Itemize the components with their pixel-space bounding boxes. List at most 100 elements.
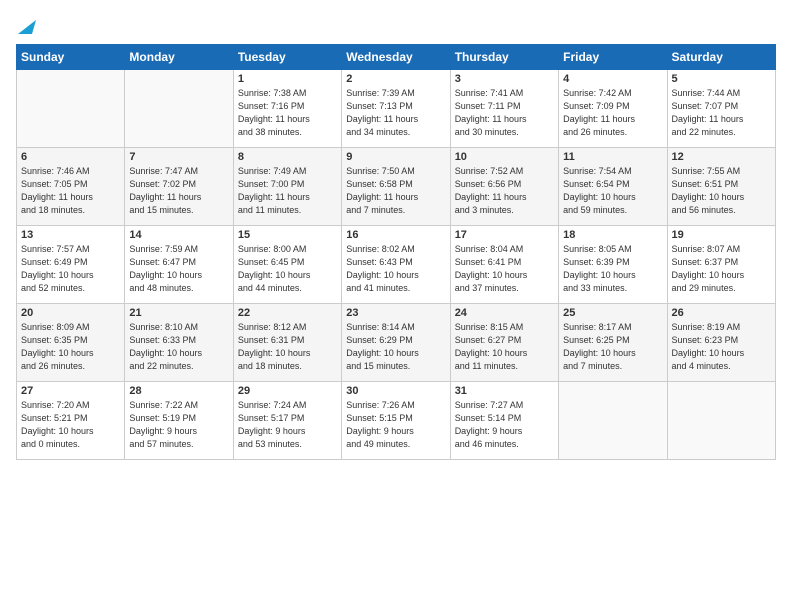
calendar-cell xyxy=(667,382,775,460)
day-info: Sunrise: 7:41 AM Sunset: 7:11 PM Dayligh… xyxy=(455,87,554,139)
day-info: Sunrise: 7:22 AM Sunset: 5:19 PM Dayligh… xyxy=(129,399,228,451)
day-info: Sunrise: 8:14 AM Sunset: 6:29 PM Dayligh… xyxy=(346,321,445,373)
logo-text-block xyxy=(16,16,36,34)
calendar-cell xyxy=(559,382,667,460)
calendar-cell: 1 Sunrise: 7:38 AM Sunset: 7:16 PM Daylig… xyxy=(233,70,341,148)
calendar-cell: 28 Sunrise: 7:22 AM Sunset: 5:19 PM Dayli… xyxy=(125,382,233,460)
day-number: 18 xyxy=(563,229,662,241)
week-row-4: 20 Sunrise: 8:09 AM Sunset: 6:35 PM Dayli… xyxy=(17,304,776,382)
calendar-cell: 26 Sunrise: 8:19 AM Sunset: 6:23 PM Dayli… xyxy=(667,304,775,382)
calendar-cell: 4 Sunrise: 7:42 AM Sunset: 7:09 PM Daylig… xyxy=(559,70,667,148)
day-info: Sunrise: 7:54 AM Sunset: 6:54 PM Dayligh… xyxy=(563,165,662,217)
calendar-cell: 27Sunrise: 7:20 AM Sunset: 5:21 PM Dayli… xyxy=(17,382,125,460)
day-info: Sunrise: 7:49 AM Sunset: 7:00 PM Dayligh… xyxy=(238,165,337,217)
calendar-cell: 14 Sunrise: 7:59 AM Sunset: 6:47 PM Dayli… xyxy=(125,226,233,304)
calendar-cell: 19 Sunrise: 8:07 AM Sunset: 6:37 PM Dayli… xyxy=(667,226,775,304)
day-number: 20 xyxy=(21,307,120,319)
weekday-header-wednesday: Wednesday xyxy=(342,45,450,70)
day-number: 28 xyxy=(129,385,228,397)
day-number: 13 xyxy=(21,229,120,241)
day-number: 10 xyxy=(455,151,554,163)
day-info: Sunrise: 7:26 AM Sunset: 5:15 PM Dayligh… xyxy=(346,399,445,451)
calendar-cell: 6Sunrise: 7:46 AM Sunset: 7:05 PM Daylig… xyxy=(17,148,125,226)
day-number: 21 xyxy=(129,307,228,319)
calendar-cell: 10 Sunrise: 7:52 AM Sunset: 6:56 PM Dayli… xyxy=(450,148,558,226)
day-info: Sunrise: 8:00 AM Sunset: 6:45 PM Dayligh… xyxy=(238,243,337,295)
day-info: Sunrise: 7:38 AM Sunset: 7:16 PM Dayligh… xyxy=(238,87,337,139)
day-number: 22 xyxy=(238,307,337,319)
day-number: 19 xyxy=(672,229,771,241)
calendar-cell: 15Sunrise: 8:00 AM Sunset: 6:45 PM Dayli… xyxy=(233,226,341,304)
weekday-header-row: SundayMondayTuesdayWednesdayThursdayFrid… xyxy=(17,45,776,70)
day-info: Sunrise: 7:50 AM Sunset: 6:58 PM Dayligh… xyxy=(346,165,445,217)
day-info: Sunrise: 8:05 AM Sunset: 6:39 PM Dayligh… xyxy=(563,243,662,295)
weekday-header-monday: Monday xyxy=(125,45,233,70)
day-number: 26 xyxy=(672,307,771,319)
day-info: Sunrise: 7:44 AM Sunset: 7:07 PM Dayligh… xyxy=(672,87,771,139)
calendar-cell: 17Sunrise: 8:04 AM Sunset: 6:41 PM Dayli… xyxy=(450,226,558,304)
weekday-header-saturday: Saturday xyxy=(667,45,775,70)
day-number: 29 xyxy=(238,385,337,397)
weekday-header-friday: Friday xyxy=(559,45,667,70)
day-number: 12 xyxy=(672,151,771,163)
day-info: Sunrise: 7:39 AM Sunset: 7:13 PM Dayligh… xyxy=(346,87,445,139)
day-info: Sunrise: 8:12 AM Sunset: 6:31 PM Dayligh… xyxy=(238,321,337,373)
weekday-header-tuesday: Tuesday xyxy=(233,45,341,70)
logo-bird-icon xyxy=(18,12,36,34)
week-row-5: 27Sunrise: 7:20 AM Sunset: 5:21 PM Dayli… xyxy=(17,382,776,460)
day-info: Sunrise: 8:17 AM Sunset: 6:25 PM Dayligh… xyxy=(563,321,662,373)
day-number: 3 xyxy=(455,73,554,85)
weekday-header-sunday: Sunday xyxy=(17,45,125,70)
day-number: 11 xyxy=(563,151,662,163)
logo xyxy=(16,16,36,34)
header xyxy=(16,16,776,34)
calendar-cell: 29 Sunrise: 7:24 AM Sunset: 5:17 PM Dayli… xyxy=(233,382,341,460)
day-number: 1 xyxy=(238,73,337,85)
day-number: 31 xyxy=(455,385,554,397)
calendar-cell: 12 Sunrise: 7:55 AM Sunset: 6:51 PM Dayli… xyxy=(667,148,775,226)
day-number: 9 xyxy=(346,151,445,163)
calendar-cell: 7Sunrise: 7:47 AM Sunset: 7:02 PM Daylig… xyxy=(125,148,233,226)
calendar-cell xyxy=(17,70,125,148)
day-info: Sunrise: 7:42 AM Sunset: 7:09 PM Dayligh… xyxy=(563,87,662,139)
day-info: Sunrise: 8:07 AM Sunset: 6:37 PM Dayligh… xyxy=(672,243,771,295)
day-info: Sunrise: 7:24 AM Sunset: 5:17 PM Dayligh… xyxy=(238,399,337,451)
calendar-cell: 30 Sunrise: 7:26 AM Sunset: 5:15 PM Dayli… xyxy=(342,382,450,460)
calendar-cell: 11 Sunrise: 7:54 AM Sunset: 6:54 PM Dayli… xyxy=(559,148,667,226)
calendar-cell: 21 Sunrise: 8:10 AM Sunset: 6:33 PM Dayli… xyxy=(125,304,233,382)
day-number: 17 xyxy=(455,229,554,241)
day-number: 14 xyxy=(129,229,228,241)
day-number: 7 xyxy=(129,151,228,163)
day-info: Sunrise: 8:15 AM Sunset: 6:27 PM Dayligh… xyxy=(455,321,554,373)
day-number: 4 xyxy=(563,73,662,85)
day-number: 16 xyxy=(346,229,445,241)
day-info: Sunrise: 7:57 AM Sunset: 6:49 PM Dayligh… xyxy=(21,243,120,295)
calendar-cell: 16Sunrise: 8:02 AM Sunset: 6:43 PM Dayli… xyxy=(342,226,450,304)
day-number: 6 xyxy=(21,151,120,163)
day-number: 2 xyxy=(346,73,445,85)
day-info: Sunrise: 8:10 AM Sunset: 6:33 PM Dayligh… xyxy=(129,321,228,373)
day-info: Sunrise: 8:19 AM Sunset: 6:23 PM Dayligh… xyxy=(672,321,771,373)
calendar-cell: 9 Sunrise: 7:50 AM Sunset: 6:58 PM Daylig… xyxy=(342,148,450,226)
calendar-cell: 24Sunrise: 8:15 AM Sunset: 6:27 PM Dayli… xyxy=(450,304,558,382)
calendar-cell xyxy=(125,70,233,148)
calendar-table: SundayMondayTuesdayWednesdayThursdayFrid… xyxy=(16,44,776,460)
week-row-1: 1 Sunrise: 7:38 AM Sunset: 7:16 PM Daylig… xyxy=(17,70,776,148)
day-number: 30 xyxy=(346,385,445,397)
week-row-2: 6Sunrise: 7:46 AM Sunset: 7:05 PM Daylig… xyxy=(17,148,776,226)
day-info: Sunrise: 7:52 AM Sunset: 6:56 PM Dayligh… xyxy=(455,165,554,217)
day-info: Sunrise: 8:09 AM Sunset: 6:35 PM Dayligh… xyxy=(21,321,120,373)
day-number: 8 xyxy=(238,151,337,163)
calendar-cell: 8 Sunrise: 7:49 AM Sunset: 7:00 PM Daylig… xyxy=(233,148,341,226)
calendar-cell: 20 Sunrise: 8:09 AM Sunset: 6:35 PM Dayli… xyxy=(17,304,125,382)
day-info: Sunrise: 7:55 AM Sunset: 6:51 PM Dayligh… xyxy=(672,165,771,217)
day-number: 25 xyxy=(563,307,662,319)
day-number: 23 xyxy=(346,307,445,319)
calendar-cell: 5Sunrise: 7:44 AM Sunset: 7:07 PM Daylig… xyxy=(667,70,775,148)
calendar-cell: 2 Sunrise: 7:39 AM Sunset: 7:13 PM Daylig… xyxy=(342,70,450,148)
day-info: Sunrise: 7:27 AM Sunset: 5:14 PM Dayligh… xyxy=(455,399,554,451)
day-info: Sunrise: 7:20 AM Sunset: 5:21 PM Dayligh… xyxy=(21,399,120,451)
day-info: Sunrise: 7:59 AM Sunset: 6:47 PM Dayligh… xyxy=(129,243,228,295)
calendar-cell: 23 Sunrise: 8:14 AM Sunset: 6:29 PM Dayli… xyxy=(342,304,450,382)
calendar-cell: 3 Sunrise: 7:41 AM Sunset: 7:11 PM Daylig… xyxy=(450,70,558,148)
